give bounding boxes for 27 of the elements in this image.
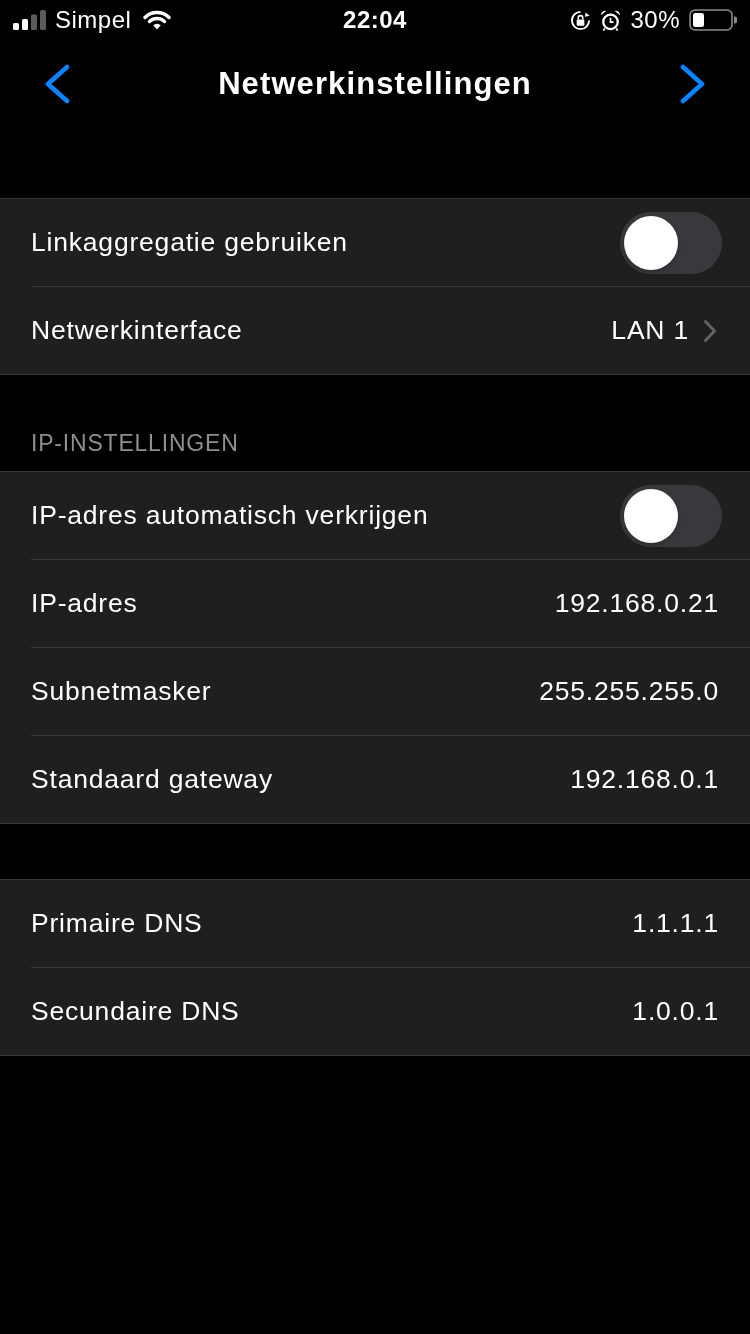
row-value: 255.255.255.0 bbox=[539, 676, 719, 707]
row-label: IP-adres bbox=[31, 588, 139, 619]
row-value[interactable]: LAN 1 bbox=[611, 315, 689, 346]
row-label: Netwerkinterface bbox=[31, 315, 244, 346]
row-value: 1.0.0.1 bbox=[632, 996, 719, 1027]
carrier-name: Simpel bbox=[55, 6, 132, 34]
battery-icon bbox=[689, 9, 737, 31]
row-value: 192.168.0.21 bbox=[554, 588, 719, 619]
row-label: Primaire DNS bbox=[31, 908, 204, 939]
row-label: Subnetmasker bbox=[31, 676, 213, 707]
status-time: 22:04 bbox=[343, 6, 407, 34]
battery-percentage: 30% bbox=[630, 6, 680, 34]
nav-title: Netwerkinstellingen bbox=[218, 66, 532, 102]
wifi-icon bbox=[143, 10, 172, 30]
forward-chevron-icon[interactable] bbox=[679, 64, 707, 104]
back-chevron-icon[interactable] bbox=[43, 64, 71, 104]
row-label: Linkaggregatie gebruiken bbox=[31, 227, 349, 258]
row-value: 192.168.0.1 bbox=[570, 764, 719, 795]
rotation-lock-icon bbox=[570, 9, 592, 31]
chevron-right-icon[interactable] bbox=[703, 318, 717, 343]
alarm-clock-icon bbox=[600, 9, 622, 31]
row-label: Standaard gateway bbox=[31, 764, 274, 795]
row-label: IP-adres automatisch verkrijgen bbox=[31, 500, 430, 531]
row-value: 1.1.1.1 bbox=[632, 908, 719, 939]
section-header: IP-INSTELLINGEN bbox=[31, 430, 239, 457]
row-label: Secundaire DNS bbox=[31, 996, 241, 1027]
signal-icon bbox=[13, 10, 47, 30]
